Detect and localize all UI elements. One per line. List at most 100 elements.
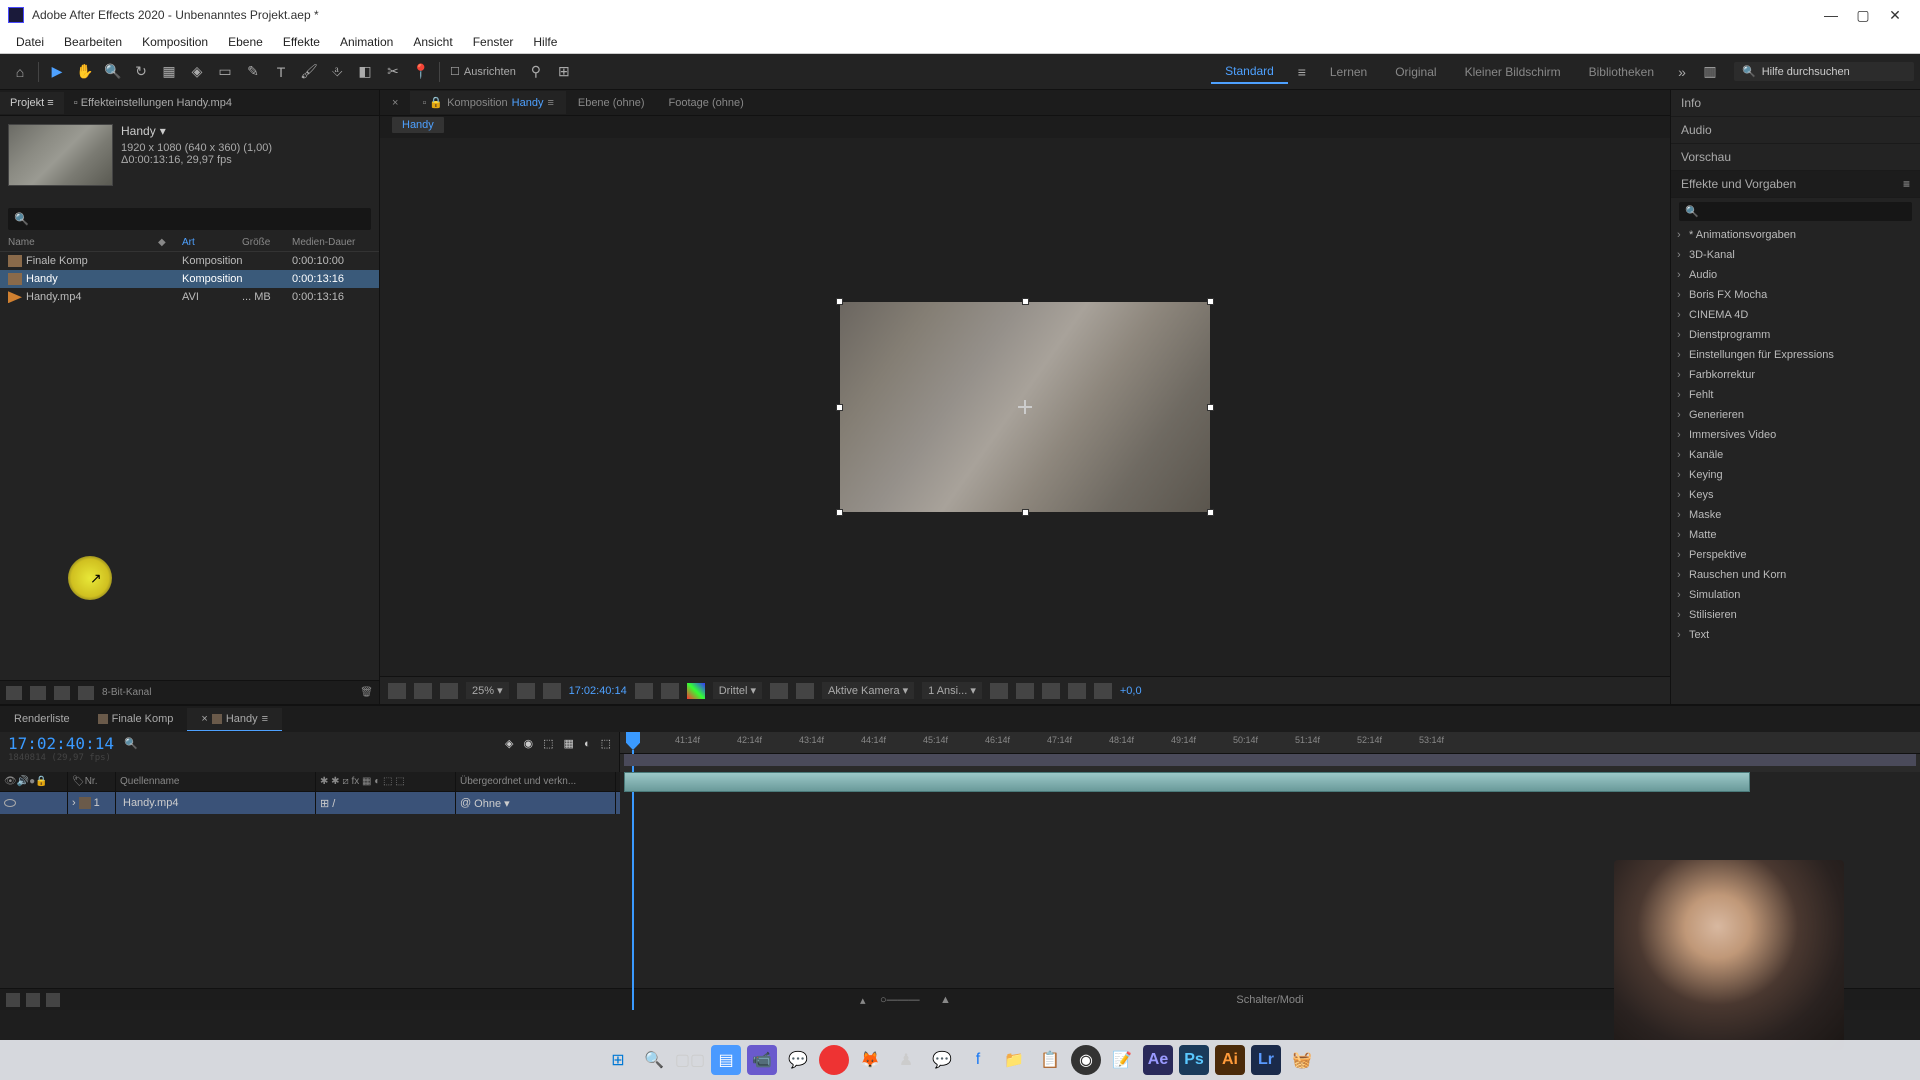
switches-modes-label[interactable]: Schalter/Modi (1236, 994, 1303, 1006)
tab-renderlist[interactable]: Renderliste (0, 708, 84, 730)
flowchart-icon[interactable] (1068, 683, 1086, 699)
snap-options-icon[interactable]: ⚲ (524, 60, 548, 84)
frame-blend-icon[interactable]: ▦ (564, 737, 574, 750)
menu-effekte[interactable]: Effekte (273, 32, 330, 52)
workspace-standard[interactable]: Standard (1211, 60, 1288, 84)
tab-layer[interactable]: Ebene (ohne) (566, 92, 657, 114)
time-ruler[interactable]: 41:14f 42:14f 43:14f 44:14f 45:14f 46:14… (620, 732, 1920, 754)
workspace-menu-icon[interactable]: ≡ (1290, 60, 1314, 84)
selection-tool-icon[interactable]: ▶ (45, 60, 69, 84)
tab-timeline-finale[interactable]: Finale Komp (84, 708, 188, 730)
toggle-switches-icon[interactable] (6, 993, 20, 1007)
align-icon[interactable]: ⊞ (552, 60, 576, 84)
clone-tool-icon[interactable]: ⎀ (325, 60, 349, 84)
guides-icon[interactable] (543, 683, 561, 699)
taskbar-facebook-icon[interactable]: f (963, 1045, 993, 1075)
text-tool-icon[interactable]: T (269, 60, 293, 84)
effect-category[interactable]: Generieren (1671, 405, 1920, 425)
zoom-out-icon[interactable]: ▴ (860, 994, 866, 1007)
timeline-search-icon[interactable]: 🔍 (124, 737, 138, 750)
camera-tool-icon[interactable]: ▦ (157, 60, 181, 84)
menu-ebene[interactable]: Ebene (218, 32, 273, 52)
effect-category[interactable]: Stilisieren (1671, 605, 1920, 625)
interpret-icon[interactable] (6, 686, 22, 700)
pan-behind-tool-icon[interactable]: ◈ (185, 60, 209, 84)
effect-category[interactable]: Perspektive (1671, 545, 1920, 565)
zoom-select[interactable]: 25% ▾ (466, 682, 509, 699)
toggle-modes-icon[interactable] (26, 993, 40, 1007)
toggle-alpha-icon[interactable] (388, 683, 406, 699)
layer-switches[interactable]: ⊞ / (320, 797, 335, 810)
timeline-clip[interactable] (624, 772, 1750, 792)
roi-icon[interactable] (770, 683, 788, 699)
handle-top-mid[interactable] (1022, 298, 1029, 305)
taskbar-app4-icon[interactable]: 🧺 (1287, 1045, 1317, 1075)
project-search-input[interactable]: 🔍 (8, 208, 371, 230)
timeline-track-area[interactable] (620, 772, 1920, 814)
taskbar-explorer-icon[interactable]: ▤ (711, 1045, 741, 1075)
effect-category[interactable]: Boris FX Mocha (1671, 285, 1920, 305)
toggle-in-out-icon[interactable] (46, 993, 60, 1007)
timeline-icon[interactable] (1042, 683, 1060, 699)
taskbar-app3-icon[interactable]: 📋 (1035, 1045, 1065, 1075)
comp-tab-close-icon[interactable]: × (380, 92, 410, 114)
eraser-tool-icon[interactable]: ◧ (353, 60, 377, 84)
toggle-channel-icon[interactable] (414, 683, 432, 699)
new-folder-icon[interactable] (30, 686, 46, 700)
parent-select[interactable]: Ohne ▾ (474, 797, 510, 810)
effect-category[interactable]: CINEMA 4D (1671, 305, 1920, 325)
pixel-aspect-icon[interactable] (990, 683, 1008, 699)
effect-category[interactable]: Immersives Video (1671, 425, 1920, 445)
effect-category[interactable]: Kanäle (1671, 445, 1920, 465)
effect-category[interactable]: Matte (1671, 525, 1920, 545)
col-label[interactable]: ◆ (158, 237, 182, 248)
panel-menu-icon[interactable]: ≡ (1903, 177, 1910, 191)
playhead-icon[interactable] (626, 732, 640, 750)
hand-tool-icon[interactable]: ✋ (73, 60, 97, 84)
panel-toggle-icon[interactable]: ▥ (1698, 60, 1722, 84)
color-mgmt-icon[interactable] (687, 683, 705, 699)
current-timecode[interactable]: 17:02:40:14 (569, 685, 627, 697)
effect-category[interactable]: Farbkorrektur (1671, 365, 1920, 385)
handle-mid-left[interactable] (836, 404, 843, 411)
trash-icon[interactable]: 🗑 (360, 687, 373, 698)
bpc-button[interactable]: 8-Bit-Kanal (102, 687, 151, 698)
col-dur[interactable]: Medien-Dauer (292, 237, 362, 248)
handle-mid-right[interactable] (1207, 404, 1214, 411)
panel-info[interactable]: Info (1671, 90, 1920, 117)
effect-category[interactable]: Keying (1671, 465, 1920, 485)
col-size[interactable]: Größe (242, 237, 292, 248)
snapshot-icon[interactable] (635, 683, 653, 699)
tab-project[interactable]: Projekt ≡ (0, 92, 64, 114)
effect-category[interactable]: Audio (1671, 265, 1920, 285)
exposure-reset-icon[interactable] (1094, 683, 1112, 699)
effect-category[interactable]: Maske (1671, 505, 1920, 525)
taskbar-obs-icon[interactable]: ◉ (1071, 1045, 1101, 1075)
pen-tool-icon[interactable]: ✎ (241, 60, 265, 84)
motion-blur-icon[interactable]: ◐ (584, 738, 591, 750)
toggle-mask-icon[interactable] (440, 683, 458, 699)
menu-fenster[interactable]: Fenster (463, 32, 524, 52)
puppet-tool-icon[interactable]: 📍 (409, 60, 433, 84)
taskbar-search-icon[interactable]: 🔍 (639, 1045, 669, 1075)
project-row-handy-mp4[interactable]: Handy.mp4 AVI ... MB 0:00:13:16 (0, 288, 379, 306)
workspace-bibliotheken[interactable]: Bibliotheken (1575, 61, 1668, 83)
views-select[interactable]: 1 Ansi... ▾ (922, 682, 982, 699)
project-row-handy[interactable]: Handy Komposition 0:00:13:16 (0, 270, 379, 288)
layer-label-swatch[interactable] (79, 797, 91, 809)
layer-twirl-icon[interactable]: › (72, 797, 76, 809)
menu-ansicht[interactable]: Ansicht (403, 32, 462, 52)
zoom-slider[interactable]: ○——— (880, 994, 920, 1006)
taskbar-whatsapp-icon[interactable]: 💬 (783, 1045, 813, 1075)
col-name[interactable]: Name (8, 237, 158, 248)
pickwhip-icon[interactable]: @ (460, 797, 471, 809)
col-art[interactable]: Art (182, 237, 242, 248)
taskbar-note-icon[interactable]: 📝 (1107, 1045, 1137, 1075)
resolution-select[interactable]: Drittel ▾ (713, 682, 762, 699)
camera-select[interactable]: Aktive Kamera ▾ (822, 682, 914, 699)
breadcrumb-item[interactable]: Handy (392, 117, 444, 133)
new-comp-icon[interactable] (54, 686, 70, 700)
maximize-button[interactable]: ▢ (1856, 8, 1870, 22)
transparency-icon[interactable] (796, 683, 814, 699)
menu-datei[interactable]: Datei (6, 32, 54, 52)
